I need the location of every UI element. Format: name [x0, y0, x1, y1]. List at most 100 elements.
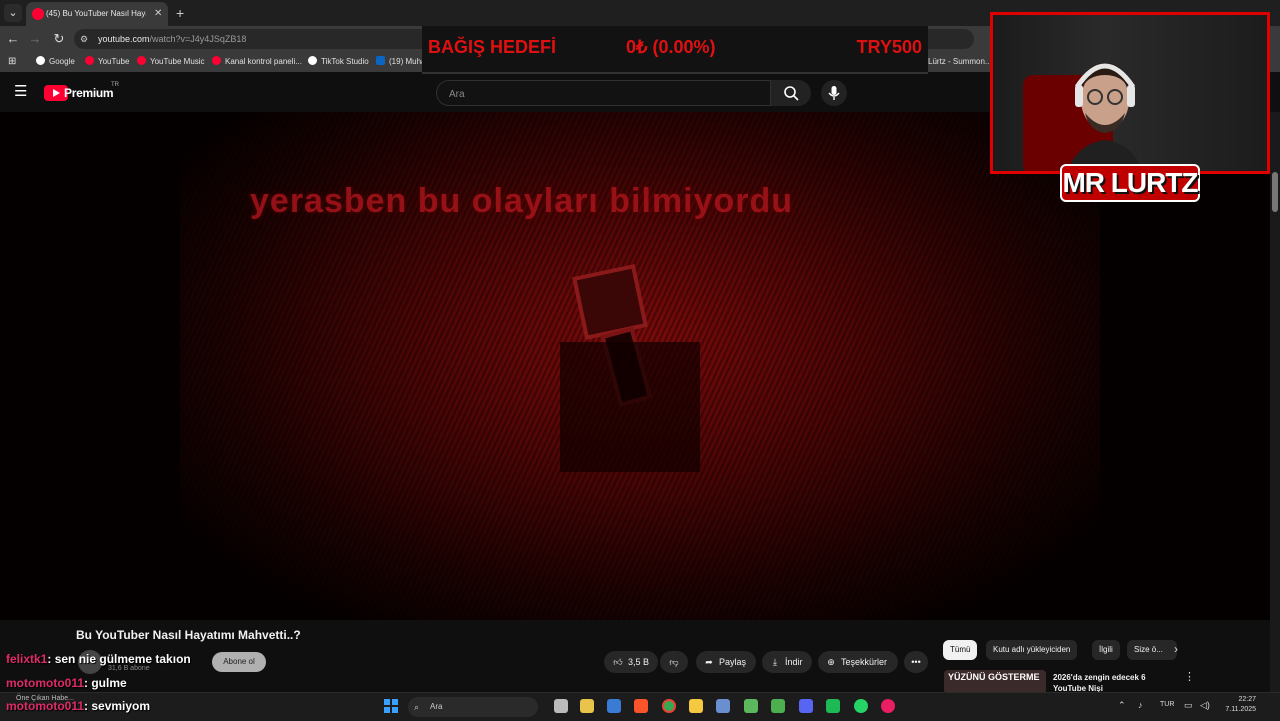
recommended-more-icon[interactable]: ⋮: [1184, 670, 1195, 683]
minecraft-icon[interactable]: [744, 699, 758, 713]
video-figure-illustration: [560, 264, 700, 472]
thanks-button[interactable]: ⊕ Teşekkürler: [818, 651, 898, 673]
chat-message: felixtk1: sen nie gülmeme takıon: [6, 652, 191, 666]
settings-app-icon[interactable]: [716, 699, 730, 713]
url-text[interactable]: youtube.com/watch?v=J4y4JSqZB18: [98, 29, 246, 49]
tray-overflow-icon[interactable]: ⌃: [1118, 700, 1126, 711]
chip-all[interactable]: Tümü: [943, 640, 978, 660]
subscribe-button[interactable]: Abone ol: [212, 652, 266, 672]
like-count: 3,5 B: [628, 657, 650, 667]
download-button[interactable]: ⤓ İndir: [762, 651, 812, 673]
thanks-heart-icon: ⊕: [827, 657, 835, 667]
donation-progress: 0₺ (0.00%): [626, 37, 716, 57]
brave-browser-icon[interactable]: [634, 699, 648, 713]
hamburger-menu-icon[interactable]: ☰: [14, 83, 32, 101]
new-tab-button[interactable]: +: [176, 4, 192, 22]
share-button[interactable]: ➦ Paylaş: [696, 651, 756, 673]
dislike-button[interactable]: 👎︎: [660, 651, 688, 673]
chrome-icon[interactable]: [662, 699, 676, 713]
chat-message: motomoto011: sevmiyom: [6, 699, 150, 713]
bookmark-youtube-music[interactable]: YouTube Music: [137, 52, 205, 72]
country-code: TR: [111, 82, 119, 88]
streamer-logo: MR LURTZ: [1060, 164, 1200, 202]
recommended-video-title[interactable]: 2026'da zengin edecek 6 YouTube Nişi: [1053, 672, 1173, 694]
chips-next-arrow-icon[interactable]: ›: [1174, 642, 1178, 656]
search-input[interactable]: [447, 81, 751, 107]
bookmark-tiktok-studio[interactable]: TikTok Studio: [308, 52, 369, 72]
clock-time: 22:27: [1238, 696, 1256, 703]
chat-message: motomoto011: gulme: [6, 676, 127, 690]
microphone-icon: [828, 86, 840, 100]
microphone-tray-icon[interactable]: ♪: [1138, 700, 1143, 710]
tiktok-icon: [308, 56, 317, 65]
more-actions-button[interactable]: •••: [904, 651, 928, 673]
discord-icon[interactable]: [799, 699, 813, 713]
tab-close-icon[interactable]: ✕: [154, 2, 166, 26]
linkedin-icon: [376, 56, 385, 65]
taskbar-search-icon: ⌕: [414, 702, 420, 712]
bookmark-youtube[interactable]: YouTube: [85, 52, 129, 72]
streamer-webcam-image: [1068, 63, 1142, 171]
chat-username: motomoto011: [6, 699, 85, 713]
mail-icon[interactable]: [607, 699, 621, 713]
tab-search-dropdown-icon[interactable]: ⌄: [4, 4, 22, 22]
apps-grid-icon[interactable]: ⊞: [8, 52, 16, 72]
search-box: [436, 80, 771, 107]
bookmark-label: Kanal kontrol paneli...: [225, 57, 302, 66]
thumbs-down-icon: 👎︎: [669, 657, 679, 667]
game-launcher-icon[interactable]: [771, 699, 785, 713]
bookmark-google[interactable]: Google: [36, 52, 75, 72]
clock[interactable]: 22:27 7.11.2025: [1222, 695, 1256, 715]
volume-icon[interactable]: ◁): [1200, 700, 1210, 711]
youtube-studio-icon: [212, 56, 221, 65]
url-path: /watch?v=J4y4JSqZB18: [149, 34, 247, 44]
video-caption: yerasben bu olayları bilmiyordu: [250, 182, 794, 220]
store-icon[interactable]: [580, 699, 594, 713]
bookmark-label: Google: [49, 57, 75, 66]
page-scrollbar[interactable]: [1270, 112, 1280, 692]
video-title: Bu YouTuber Nasıl Hayatımı Mahvetti..?: [76, 628, 301, 642]
network-icon[interactable]: ▭: [1184, 700, 1193, 711]
media-player-icon[interactable]: [881, 699, 895, 713]
language-indicator[interactable]: TUR: [1160, 701, 1174, 708]
donation-goal-label: BAĞIŞ HEDEFİ: [428, 37, 557, 57]
bookmark-label: YouTube Music: [150, 57, 205, 66]
windows-taskbar: Öne Çıkan Habe... ⌕ Ara ⌃ ♪ TUR ▭ ◁) 22:…: [0, 692, 1280, 721]
youtube-premium-label[interactable]: Premium: [64, 85, 114, 101]
whatsapp-icon[interactable]: [854, 699, 868, 713]
download-label: İndir: [785, 657, 803, 667]
reload-icon[interactable]: ↻: [50, 30, 68, 48]
back-arrow-icon[interactable]: ←: [4, 30, 22, 48]
download-icon: ⤓: [773, 657, 777, 667]
chip-for-you[interactable]: Size ö...: [1127, 640, 1177, 660]
thumbnail-text: YÜZÜNÜ GÖSTERME: [948, 672, 1040, 682]
task-view-icon[interactable]: [554, 699, 568, 713]
bookmark-label: TikTok Studio: [321, 57, 369, 66]
search-icon: [784, 86, 799, 101]
voice-search-button[interactable]: [821, 80, 847, 106]
youtube-icon: [85, 56, 94, 65]
chip-from-uploader[interactable]: Kutu adlı yükleyiciden: [986, 640, 1078, 660]
bookmark-channel-dashboard[interactable]: Kanal kontrol paneli...: [212, 52, 302, 72]
search-button[interactable]: [771, 80, 811, 106]
file-explorer-icon[interactable]: [689, 699, 703, 713]
donation-goal-overlay: BAĞIŞ HEDEFİ 0₺ (0.00%) TRY500: [422, 26, 928, 74]
site-info-icon[interactable]: ⚙: [80, 33, 92, 45]
share-label: Paylaş: [719, 657, 747, 667]
browser-tab-active[interactable]: (45) Bu YouTuber Nasıl Hayatımı ✕: [26, 2, 168, 26]
chat-username: felixtk1: [6, 652, 48, 666]
thumbs-up-icon: 👍︎: [613, 657, 623, 667]
tab-title: (45) Bu YouTuber Nasıl Hayatımı: [46, 9, 146, 18]
like-button[interactable]: 👍︎ 3,5 B: [604, 651, 658, 673]
webcam-overlay: [990, 12, 1270, 174]
windows-start-icon[interactable]: [384, 699, 398, 713]
chip-related[interactable]: İlgili: [1092, 640, 1120, 660]
thanks-label: Teşekkürler: [841, 657, 888, 667]
taskbar-search[interactable]: ⌕ Ara: [408, 697, 538, 717]
forward-arrow-icon[interactable]: →: [26, 30, 44, 48]
bookmark-linkedin[interactable]: (19) Muha: [376, 52, 425, 72]
scrollbar-thumb[interactable]: [1272, 172, 1278, 212]
spotify-icon[interactable]: [826, 699, 840, 713]
recommended-video-thumbnail[interactable]: YÜZÜNÜ GÖSTERME: [944, 670, 1046, 694]
bookmark-lurtz[interactable]: Lürtz - Summon...: [928, 52, 992, 72]
